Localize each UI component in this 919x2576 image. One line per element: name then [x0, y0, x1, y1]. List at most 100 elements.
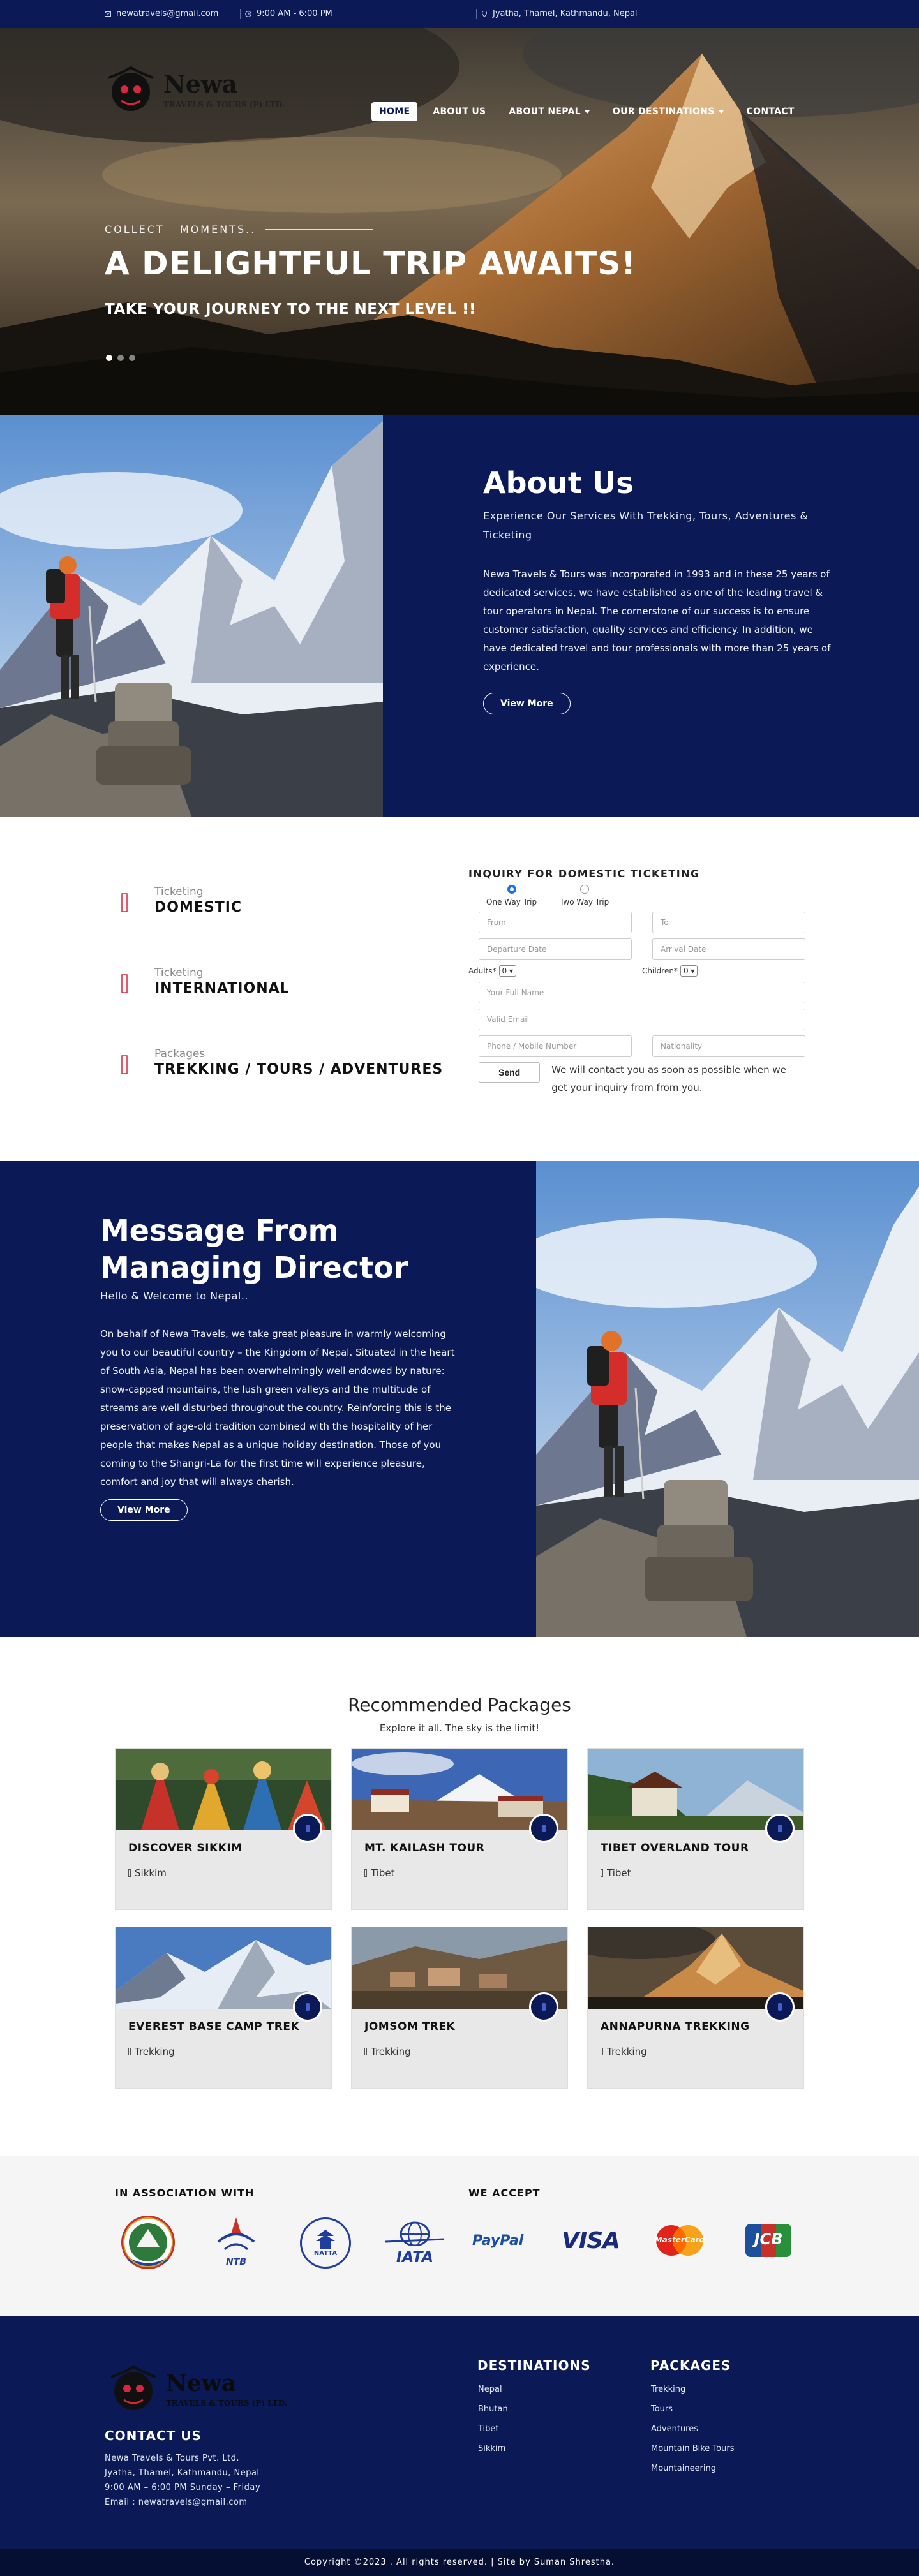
message-subtitle: Hello & Welcome to Nepal.. [100, 1290, 249, 1302]
one-way-radio[interactable]: One Way Trip [486, 885, 537, 907]
map-pin-icon[interactable] [293, 1992, 322, 2022]
footer-destination-link[interactable]: Nepal [478, 2380, 508, 2399]
map-marker-icon [128, 2048, 131, 2055]
map-pin-icon[interactable] [293, 1814, 322, 1843]
footer-package-link[interactable]: Tours [651, 2399, 734, 2419]
director-message-section: Message From Managing Director Hello & W… [0, 1161, 919, 1637]
ntb-logo-text: NTB [226, 2257, 246, 2267]
package-title: JOMSOM TREK [364, 2020, 456, 2033]
nav-about-us[interactable]: ABOUT US [425, 102, 493, 121]
packages-section: Recommended Packages Explore it all. The… [0, 1637, 919, 2156]
iata-logo: IATA [383, 2220, 447, 2269]
topbar-hours: 9:00 AM - 6:00 PM [245, 9, 332, 19]
service-domestic[interactable]: Ticketing DOMESTIC [121, 885, 242, 915]
adults-select[interactable]: 0 ▾ [498, 965, 516, 977]
package-category: Tibet [364, 1867, 395, 1879]
package-title: MT. KAILASH TOUR [364, 1842, 485, 1854]
package-card[interactable]: EVEREST BASE CAMP TREK Trekking [115, 1927, 332, 2089]
footer-packages-list: Trekking Tours Adventures Mountain Bike … [651, 2380, 734, 2478]
children-select[interactable]: 0 ▾ [680, 965, 698, 977]
nav-contact[interactable]: CONTACT [739, 102, 802, 121]
association-title: IN ASSOCIATION WITH [115, 2187, 255, 2199]
adults-value: 0 [502, 966, 507, 975]
children-label: Children* [642, 966, 678, 975]
package-card[interactable]: DISCOVER SIKKIM Sikkim [115, 1748, 332, 1910]
map-pin-icon[interactable] [765, 1992, 795, 2022]
footer-destination-link[interactable]: Sikkim [478, 2439, 508, 2459]
natta-logo: NATTA [300, 2217, 351, 2269]
nationality-input[interactable]: Nationality [652, 1035, 805, 1057]
service-international[interactable]: Ticketing INTERNATIONAL [121, 966, 290, 996]
send-button[interactable]: Send [479, 1062, 541, 1083]
footer-logo[interactable]: Newa TRAVELS & TOURS (P) LTD. [105, 2364, 287, 2415]
copyright-text: Copyright ©2023 . All rights reserved. |… [304, 2557, 615, 2567]
package-card[interactable]: MT. KAILASH TOUR Tibet [351, 1748, 568, 1910]
package-card[interactable]: ANNAPURNA TREKKING Trekking [562, 1921, 804, 2089]
message-view-more-button[interactable]: View More [100, 1499, 188, 1521]
carousel-dot[interactable] [106, 355, 112, 361]
map-pin-icon[interactable] [529, 1814, 558, 1843]
message-content: Message From Managing Director Hello & W… [100, 1212, 458, 1521]
ticket-icon [121, 1055, 128, 1074]
brand-logo[interactable]: Newa TRAVELS & TOURS (P) LTD. [102, 65, 285, 116]
footer-package-link[interactable]: Trekking [651, 2380, 734, 2399]
departure-date-input[interactable]: Departure Date [479, 938, 632, 960]
map-pin-icon[interactable] [765, 1814, 795, 1843]
nav-our-destinations-label: OUR DESTINATIONS [612, 107, 715, 117]
about-view-more-button[interactable]: View More [483, 693, 571, 714]
package-category: Sikkim [128, 1867, 167, 1879]
map-marker-icon [364, 2048, 367, 2055]
full-name-input[interactable]: Your Full Name [479, 982, 805, 1003]
package-title: ANNAPURNA TREKKING [601, 2020, 750, 2033]
badge-glyph [542, 2003, 546, 2011]
footer-package-link[interactable]: Mountain Bike Tours [651, 2439, 734, 2459]
email-input[interactable]: Valid Email [479, 1009, 805, 1030]
footer-destination-link[interactable]: Tibet [478, 2419, 508, 2439]
carousel-dots [106, 355, 135, 361]
package-card[interactable]: JOMSOM TREK Trekking [351, 1927, 568, 2089]
send-note: We will contact you as soon as possible … [551, 1064, 786, 1093]
nav-our-destinations[interactable]: OUR DESTINATIONS [605, 102, 731, 121]
carousel-dot[interactable] [117, 355, 124, 361]
from-input[interactable]: From [479, 912, 632, 933]
message-body: On behalf of Newa Travels, we take great… [100, 1328, 455, 1488]
arrival-date-input[interactable]: Arrival Date [652, 938, 805, 960]
carousel-dot[interactable] [129, 355, 135, 361]
about-body: Newa Travels & Tours was incorporated in… [483, 568, 831, 672]
package-category-text: Sikkim [135, 1867, 167, 1879]
nav-contact-label: CONTACT [746, 107, 795, 117]
association-section: IN ASSOCIATION WITH WE ACCEPT NTB NATTA [0, 2156, 919, 2316]
package-category-text: Trekking [135, 2046, 175, 2057]
payments-title: WE ACCEPT [468, 2187, 541, 2199]
to-input[interactable]: To [652, 912, 805, 933]
about-content: About Us Experience Our Services With Tr… [483, 466, 832, 714]
package-card[interactable]: TIBET OVERLAND TOUR Tibet [587, 1748, 804, 1910]
mask-logo-icon [110, 2365, 156, 2410]
brand-subtitle: TRAVELS & TOURS (P) LTD. [163, 100, 285, 109]
phone-input[interactable]: Phone / Mobile Number [479, 1035, 632, 1057]
footer-contact-email[interactable]: Email : newatravels@gmail.com [105, 2495, 260, 2510]
service-value: TREKKING / TOURS / ADVENTURES [154, 1062, 444, 1077]
service-packages[interactable]: Packages TREKKING / TOURS / ADVENTURES [121, 1047, 443, 1077]
service-value: DOMESTIC [154, 899, 243, 915]
footer-destination-link[interactable]: Bhutan [478, 2399, 508, 2419]
hero-kicker-line [265, 229, 374, 230]
jcb-logo: JCB [745, 2224, 791, 2257]
two-way-radio[interactable]: Two Way Trip [560, 885, 609, 907]
about-title: About Us [483, 466, 634, 500]
adults-group: Adults* 0 ▾ [468, 965, 642, 977]
mask-logo-icon [108, 66, 154, 111]
nav-about-nepal[interactable]: ABOUT NEPAL [501, 102, 597, 121]
inquiry-form: INQUIRY FOR DOMESTIC TICKETING One Way T… [468, 868, 807, 1097]
map-pin-icon[interactable] [529, 1992, 558, 2022]
service-label: Packages [154, 1047, 205, 1060]
package-title: TIBET OVERLAND TOUR [601, 1842, 749, 1854]
adults-label: Adults* [468, 966, 497, 975]
one-way-label: One Way Trip [486, 898, 537, 907]
nav-home[interactable]: HOME [371, 102, 418, 121]
topbar-email[interactable]: newatravels@gmail.com [105, 9, 218, 19]
footer-package-link[interactable]: Mountaineering [651, 2459, 734, 2478]
hero-kicker: COLLECT MOMENTS.. [105, 223, 374, 235]
footer-package-link[interactable]: Adventures [651, 2419, 734, 2439]
service-label: Ticketing [154, 885, 204, 898]
